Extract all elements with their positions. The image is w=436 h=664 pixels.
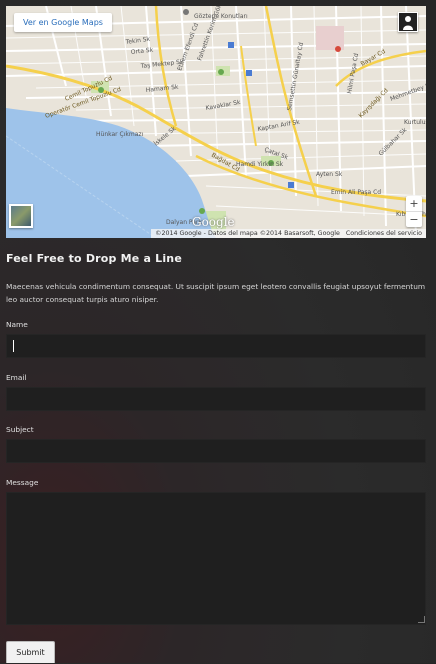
submit-button[interactable]: Submit <box>6 641 55 663</box>
terms-of-service-link[interactable]: Condiciones del servicio <box>346 230 422 237</box>
email-label: Email <box>6 373 27 382</box>
street-label: Emin Ali Paşa Cd <box>331 189 381 196</box>
zoom-out-button[interactable]: − <box>406 212 422 227</box>
message-label: Message <box>6 478 39 487</box>
subject-input[interactable] <box>6 439 426 463</box>
satellite-view-toggle[interactable] <box>9 204 33 228</box>
google-map[interactable]: Göztepe Konutları Bayar Cd Tekin Sk Orta Sk… <box>6 6 426 238</box>
street-label: Hamam Sk <box>145 84 179 94</box>
google-logo: Google <box>192 215 235 229</box>
street-label: Semsettin Günaltay Cd <box>286 42 305 112</box>
email-input[interactable] <box>6 387 426 411</box>
subject-label: Subject <box>6 425 34 434</box>
street-label: Kavaklar Sk <box>205 99 241 112</box>
message-textarea[interactable] <box>6 492 426 625</box>
street-view-pegman-icon[interactable] <box>398 12 418 32</box>
view-in-google-maps-link[interactable]: Ver en Google Maps <box>14 13 112 32</box>
attribution-text: ©2014 Google - Datos del mapa ©2014 Basa… <box>155 230 340 237</box>
street-label: Hilmi Paşa Cd <box>346 53 360 95</box>
name-label: Name <box>6 320 28 329</box>
street-label: Kurtuluş Cd <box>404 119 426 126</box>
text-cursor <box>13 340 14 352</box>
street-label: İskele Sk <box>153 125 178 148</box>
resize-handle-icon[interactable] <box>418 616 425 623</box>
map-attribution: ©2014 Google - Datos del mapa ©2014 Basa… <box>151 229 426 238</box>
map-tiles: Göztepe KonutlarıBayar CdTekin SkOrta Sk… <box>6 6 426 238</box>
contact-description: Maecenas vehicula condimentum consequat.… <box>6 282 426 304</box>
street-label: Tekin Sk <box>124 36 151 47</box>
name-input[interactable] <box>6 334 426 358</box>
street-label: Hamdi Yirkin Sk <box>236 161 284 168</box>
street-label: Göztepe Konutları <box>194 13 248 20</box>
street-label: Ayten Sk <box>316 171 343 178</box>
zoom-in-button[interactable]: + <box>406 196 422 212</box>
contact-title: Feel Free to Drop Me a Line <box>6 252 182 265</box>
zoom-control: + − <box>406 196 422 227</box>
street-label: Hünkar Çıkmazı <box>96 131 144 138</box>
